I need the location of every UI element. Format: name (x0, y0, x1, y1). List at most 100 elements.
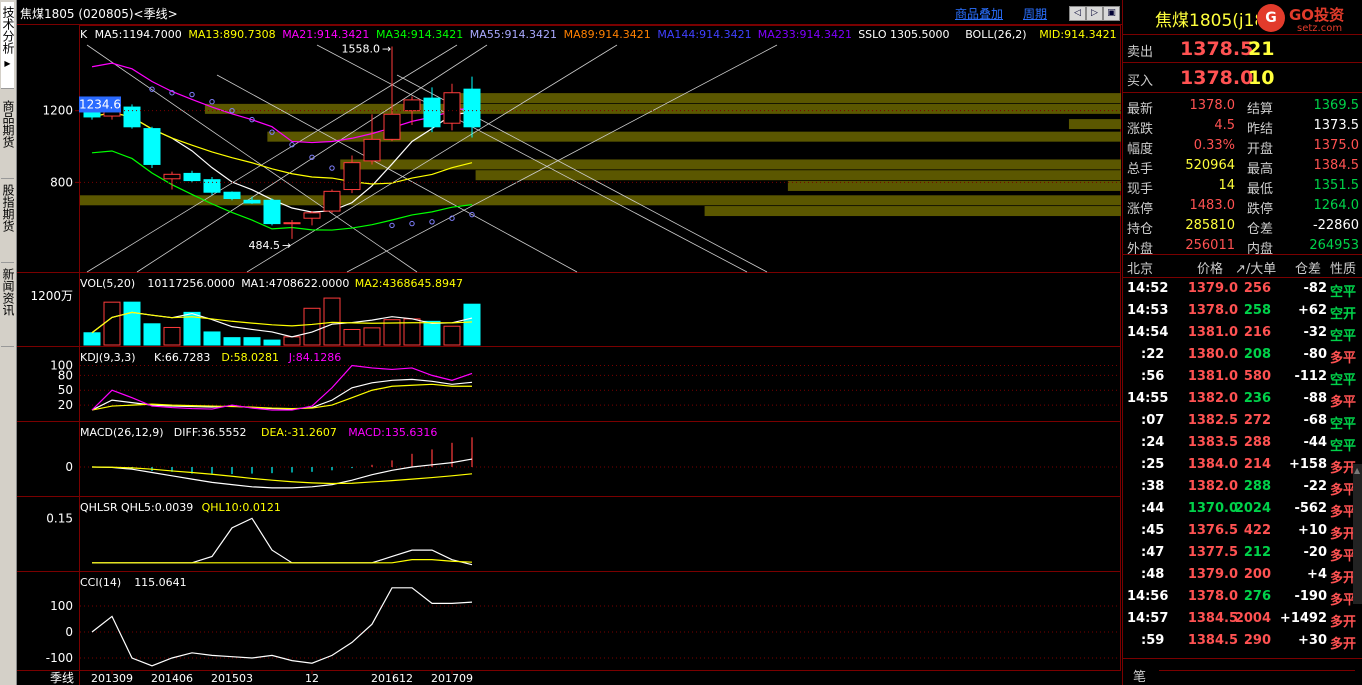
tick-price: 1378.0 (1187, 303, 1238, 318)
stat-value: -22860 (1312, 218, 1359, 233)
tab-commodity-futures[interactable]: 商品期货 (1, 96, 15, 179)
tab-technical-analysis[interactable]: 技术分析 ▶ (1, 2, 15, 89)
legend-item: K:66.7283 (154, 351, 210, 364)
volume-profile-bar (1068, 119, 1121, 130)
tick-vol: 2004 (1234, 611, 1271, 626)
legend-item: MA21:914.3421 (282, 28, 369, 41)
tick-vol: 2024 (1234, 501, 1271, 516)
nav-zoom-icon[interactable]: ▣ (1103, 6, 1120, 21)
stat-row: 外盘 256011 内盘 264953 (1123, 236, 1362, 257)
nav-left-icon[interactable]: ◁ (1069, 6, 1086, 21)
legend-item: MA233:914.3421 (758, 28, 852, 41)
tick-diff: +158 (1288, 457, 1327, 472)
tick-row: :07 1382.5 272 -68 空平 (1123, 411, 1362, 433)
tick-time: :47 (1141, 545, 1165, 560)
price-pane: 12008001234.61558.0 →484.5 → (42, 42, 1121, 252)
sar-dot (189, 91, 195, 98)
tick-vol: 288 (1243, 479, 1271, 494)
gann-line (316, 44, 748, 273)
tick-time: :56 (1141, 369, 1165, 384)
legend-item: MA34:914.3421 (376, 28, 463, 41)
buy-label: 买入 (1127, 74, 1154, 89)
candle-body (403, 99, 421, 112)
volume-profile-bar (444, 93, 1121, 104)
candle-body (223, 191, 241, 200)
tick-vol: 256 (1243, 281, 1271, 296)
tab-news[interactable]: 新闻资讯 (1, 264, 15, 347)
legend-item: QHL5:0.0039 (121, 501, 193, 514)
tick-row: :48 1379.0 200 +4 多开 (1123, 565, 1362, 587)
legend-item: CCI(14) (80, 576, 121, 589)
tick-time: :22 (1141, 347, 1165, 362)
stat-label: 最低 (1247, 182, 1274, 197)
tick-time: :44 (1141, 501, 1165, 516)
watermark-site: setz.com (1297, 23, 1343, 34)
footer-scroll[interactable] (1159, 670, 1355, 685)
go-logo-icon: G (1257, 4, 1285, 32)
stat-row: 最新 1378.0 结算 1369.5 (1123, 96, 1362, 117)
tick-header-price: 价格 (1197, 262, 1224, 277)
scroll-up-icon[interactable]: ▲ (1354, 466, 1362, 476)
cci-tick-label: 100 (50, 599, 73, 613)
volume-bar (343, 328, 361, 346)
legend-item: BOLL(26,2) (965, 28, 1026, 41)
stat-label: 涨停 (1127, 202, 1154, 217)
tick-row: :22 1380.0 208 -80 多平 (1123, 345, 1362, 367)
legend-item: D:58.0281 (221, 351, 279, 364)
x-axis: 季线 201309 201406 201503 12 201612 201709 (50, 670, 473, 685)
tick-diff: -32 (1303, 325, 1328, 340)
legend-item: MA55:914.3421 (470, 28, 557, 41)
tick-diff: +30 (1298, 633, 1327, 648)
tick-row: 14:55 1382.0 236 -88 多平 (1123, 389, 1362, 411)
period-link[interactable]: 周期 (1023, 5, 1047, 22)
tick-time: 14:53 (1127, 303, 1169, 318)
price-marker-label: 1234.6 (79, 97, 121, 111)
scrollbar[interactable]: ▲ (1353, 464, 1362, 604)
kdj-d-line (91, 383, 472, 411)
legend-item: MA5:1194.7000 (95, 28, 182, 41)
legend-item: DIFF:36.5552 (174, 426, 247, 439)
tick-time: :07 (1141, 413, 1165, 428)
nav-right-icon[interactable]: ▷ (1086, 6, 1103, 21)
tick-time: :25 (1141, 457, 1165, 472)
tick-price: 1376.5 (1187, 523, 1238, 538)
tick-price: 1384.5 (1187, 611, 1238, 626)
legend-item: VOL(5,20) (80, 277, 135, 290)
buy-price: 1378.0 (1180, 67, 1254, 89)
volume-bar (83, 332, 101, 346)
tick-row: 14:54 1381.0 216 -32 空平 (1123, 323, 1362, 345)
sell-row: 卖出 1378.5 21 (1123, 37, 1362, 61)
stat-label: 涨跌 (1127, 122, 1154, 137)
volume-bar (123, 301, 141, 346)
tick-nature: 空平 (1330, 439, 1357, 454)
tab-index-futures[interactable]: 股指期货 (1, 180, 15, 263)
legend-item: KDJ(9,3,3) (80, 351, 136, 364)
tab-technical-analysis-label: 技术分析 (1, 6, 15, 54)
candle-body (183, 172, 201, 182)
volume-profile-bar (475, 170, 1121, 181)
macd-diff-line (91, 458, 473, 489)
tick-diff: -562 (1294, 501, 1327, 516)
tick-row: :38 1382.0 288 -22 多平 (1123, 477, 1362, 499)
stat-row: 涨停 1483.0 跌停 1264.0 (1123, 196, 1362, 217)
tick-diff: -190 (1294, 589, 1327, 604)
tick-row: :45 1376.5 422 +10 多开 (1123, 521, 1362, 543)
legend-item: MA13:890.7308 (188, 28, 275, 41)
stat-value: 0.33% (1193, 138, 1235, 153)
watermark-logo: G GO投资 setz.com (1257, 2, 1362, 36)
volume-bar (463, 303, 481, 346)
tick-diff: -20 (1303, 545, 1328, 560)
goods-overlay-link[interactable]: 商品叠加 (955, 5, 1003, 22)
gann-line (136, 44, 488, 273)
stat-row: 持仓 285810 仓差 -22860 (1123, 216, 1362, 237)
tick-price: 1382.5 (1187, 413, 1238, 428)
kdj-tick-label: 80 (58, 368, 73, 382)
tick-vol: 422 (1243, 523, 1271, 538)
tick-diff: -22 (1303, 479, 1328, 494)
stat-value: 1384.5 (1313, 158, 1360, 173)
tick-vol: 200 (1243, 567, 1271, 582)
legend-item: SSLO 1305.5000 (858, 28, 949, 41)
tab-commodity-futures-label: 商品期货 (1, 100, 15, 148)
tick-price: 1370.0 (1187, 501, 1238, 516)
kline-chart[interactable]: 12008001234.61558.0 →484.5 → 1200万 1008050… (17, 25, 1121, 685)
